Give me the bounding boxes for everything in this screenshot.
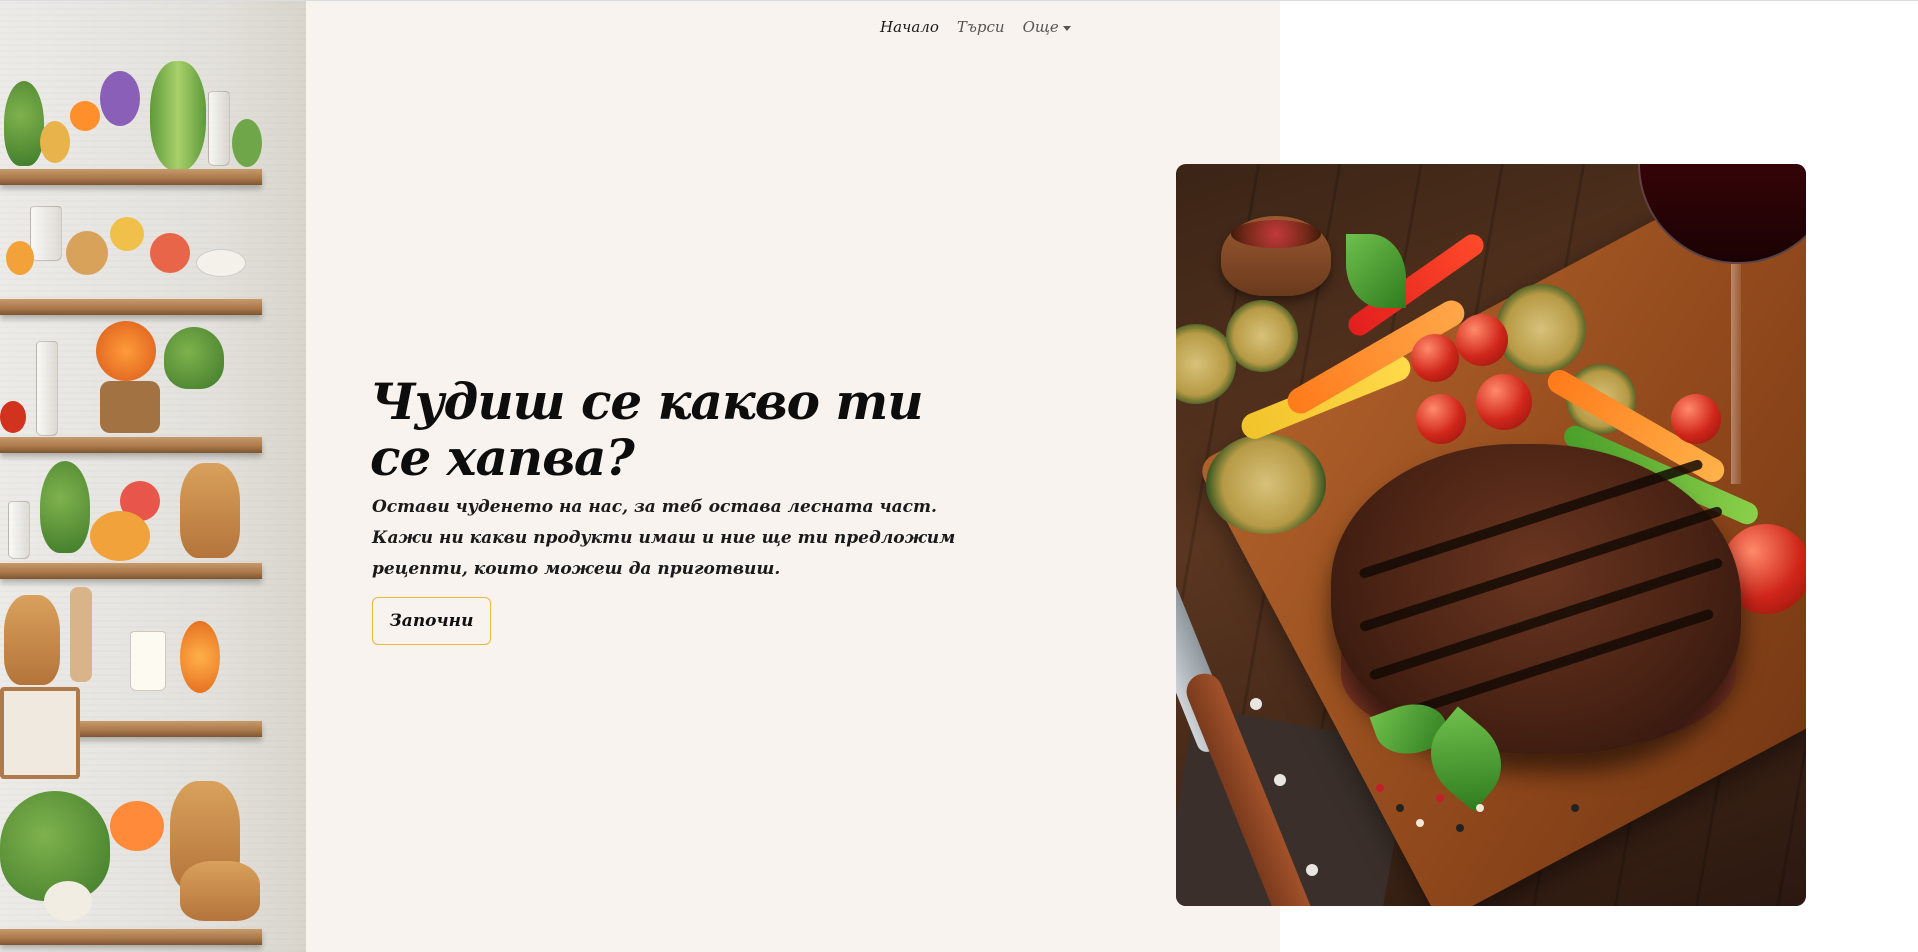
peppercorn: [1376, 784, 1384, 792]
grapes: [100, 71, 140, 126]
shelf: [0, 169, 262, 185]
cauliflower: [44, 881, 92, 921]
bottle: [130, 631, 166, 691]
grill-mark: [1397, 608, 1715, 720]
bread: [180, 861, 260, 921]
cherry-tomato: [1456, 314, 1508, 366]
broccoli: [164, 327, 224, 389]
top-nav: Начало Търси Още: [880, 18, 1071, 36]
fruit: [70, 101, 100, 131]
knife-rivet: [1274, 774, 1286, 786]
wine-glass-stem: [1731, 264, 1741, 484]
peppercorn: [1571, 804, 1579, 812]
cherry-tomato: [1671, 394, 1721, 444]
cherry-tomato: [1476, 374, 1532, 430]
start-button[interactable]: Започни: [372, 597, 491, 645]
cherry-tomato: [1411, 334, 1459, 382]
fruit-pile: [180, 621, 220, 693]
fruit: [150, 233, 190, 273]
nav-item-search[interactable]: Търси: [957, 18, 1005, 36]
basket: [100, 381, 160, 433]
jar: [208, 91, 230, 166]
shelf: [0, 437, 262, 453]
peppercorn: [1436, 794, 1444, 802]
pantry-illustration: [0, 1, 306, 952]
fruit: [232, 119, 262, 167]
nav-item-more-label: Още: [1022, 18, 1059, 36]
nav-item-more[interactable]: Още: [1023, 18, 1071, 36]
shelf: [0, 929, 262, 945]
pineapple: [4, 81, 44, 166]
grilled-zucchini: [1206, 434, 1326, 534]
jar: [30, 206, 62, 261]
grilled-zucchini: [1226, 300, 1298, 372]
jar: [8, 501, 30, 559]
shelf: [0, 563, 262, 579]
spices: [1231, 220, 1321, 248]
grill-mark: [1358, 505, 1724, 633]
basket: [66, 231, 108, 275]
peppercorn: [1396, 804, 1404, 812]
tomato: [0, 401, 26, 433]
hero-title: Чудиш се какво ти се хапва?: [370, 372, 924, 487]
bread: [180, 463, 240, 558]
utensils-jar: [36, 341, 58, 436]
peppercorn: [1416, 819, 1424, 827]
fruit-bowl: [96, 321, 156, 381]
bowl: [196, 249, 246, 277]
peppercorn: [1456, 824, 1464, 832]
caret-down-icon: [1062, 25, 1071, 31]
greens: [40, 461, 90, 553]
cabinet: [0, 687, 80, 779]
fruit: [90, 511, 150, 561]
bread: [4, 595, 60, 685]
hero-subtitle: Остави чудене​то на нас, за теб остава л…: [372, 497, 956, 579]
utensils: [70, 587, 92, 682]
fruit: [110, 217, 144, 251]
knife-rivet: [1306, 864, 1318, 876]
hero-image: [1176, 164, 1806, 906]
fruit: [40, 121, 70, 163]
grill-mark: [1358, 458, 1704, 580]
nav-item-home[interactable]: Начало: [880, 18, 939, 36]
cherry-tomato: [1416, 394, 1466, 444]
fruit: [6, 241, 34, 275]
melon: [150, 61, 206, 171]
fruit-basket: [110, 801, 164, 851]
shelf: [0, 299, 262, 315]
grilled-steak: [1331, 444, 1741, 754]
peppercorn: [1476, 804, 1484, 812]
grilled-zucchini: [1496, 284, 1586, 374]
knife-rivet: [1250, 698, 1262, 710]
